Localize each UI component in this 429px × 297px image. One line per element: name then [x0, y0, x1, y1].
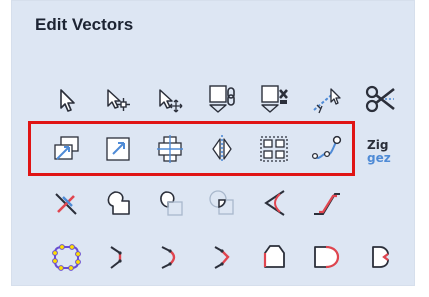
- panel-title: Edit Vectors: [35, 15, 134, 34]
- group-tool-button[interactable]: [200, 77, 244, 121]
- select-icon: [60, 89, 75, 112]
- extend-vector-tool-button[interactable]: [358, 235, 402, 279]
- join-sharp-tool-button[interactable]: [200, 235, 244, 279]
- join-sharp-icon: [214, 246, 230, 269]
- close-vector-tool-button[interactable]: [252, 235, 296, 279]
- smooth-vector-tool-button[interactable]: [304, 235, 348, 279]
- subtract-tool-button[interactable]: [148, 181, 192, 225]
- join-curve-tool-button[interactable]: [148, 235, 192, 279]
- interactive-trim-tool-button[interactable]: [304, 77, 348, 121]
- join-open-tool-button[interactable]: [96, 235, 140, 279]
- subtract-icon: [160, 191, 183, 216]
- node-edit-tool-button[interactable]: [96, 77, 140, 121]
- fillet-icon: [264, 190, 285, 216]
- offset-tool-button[interactable]: [44, 181, 88, 225]
- text-tool-button[interactable]: Zig gez: [358, 127, 402, 171]
- close-vector-icon: [263, 245, 285, 268]
- extend-vector-icon: [372, 246, 389, 268]
- chamfer-tool-button[interactable]: [304, 181, 348, 225]
- weld-tool-button[interactable]: [96, 181, 140, 225]
- interactive-trim-icon: [313, 88, 341, 114]
- intersect-tool-button[interactable]: [200, 181, 244, 225]
- polyline-icon: [52, 244, 81, 271]
- group-icon: [209, 85, 235, 113]
- scissors-tool-button[interactable]: [358, 77, 402, 121]
- scissors-icon: [365, 85, 395, 113]
- polyline-tool-button[interactable]: [44, 235, 88, 279]
- ungroup-icon: [261, 85, 288, 113]
- intersect-icon: [209, 190, 234, 215]
- tool-row-4: [44, 235, 406, 279]
- svg-text:Zig: Zig: [367, 138, 388, 152]
- weld-icon: [107, 191, 130, 215]
- transform-icon: [159, 89, 183, 113]
- offset-icon: [55, 193, 77, 215]
- svg-text:gez: gez: [367, 151, 391, 165]
- node-edit-icon: [107, 89, 130, 111]
- smooth-vector-icon: [314, 245, 340, 269]
- tool-row-3: [44, 181, 406, 225]
- chamfer-icon: [314, 193, 340, 215]
- join-open-icon: [110, 246, 122, 269]
- fillet-tool-button[interactable]: [252, 181, 296, 225]
- tool-row-1: [44, 77, 406, 121]
- text-tool-icon: Zig gez: [367, 138, 391, 165]
- highlight-box: [28, 121, 355, 176]
- transform-tool-button[interactable]: [148, 77, 192, 121]
- select-tool-button[interactable]: [44, 77, 88, 121]
- join-curve-icon: [161, 246, 176, 269]
- ungroup-tool-button[interactable]: [252, 77, 296, 121]
